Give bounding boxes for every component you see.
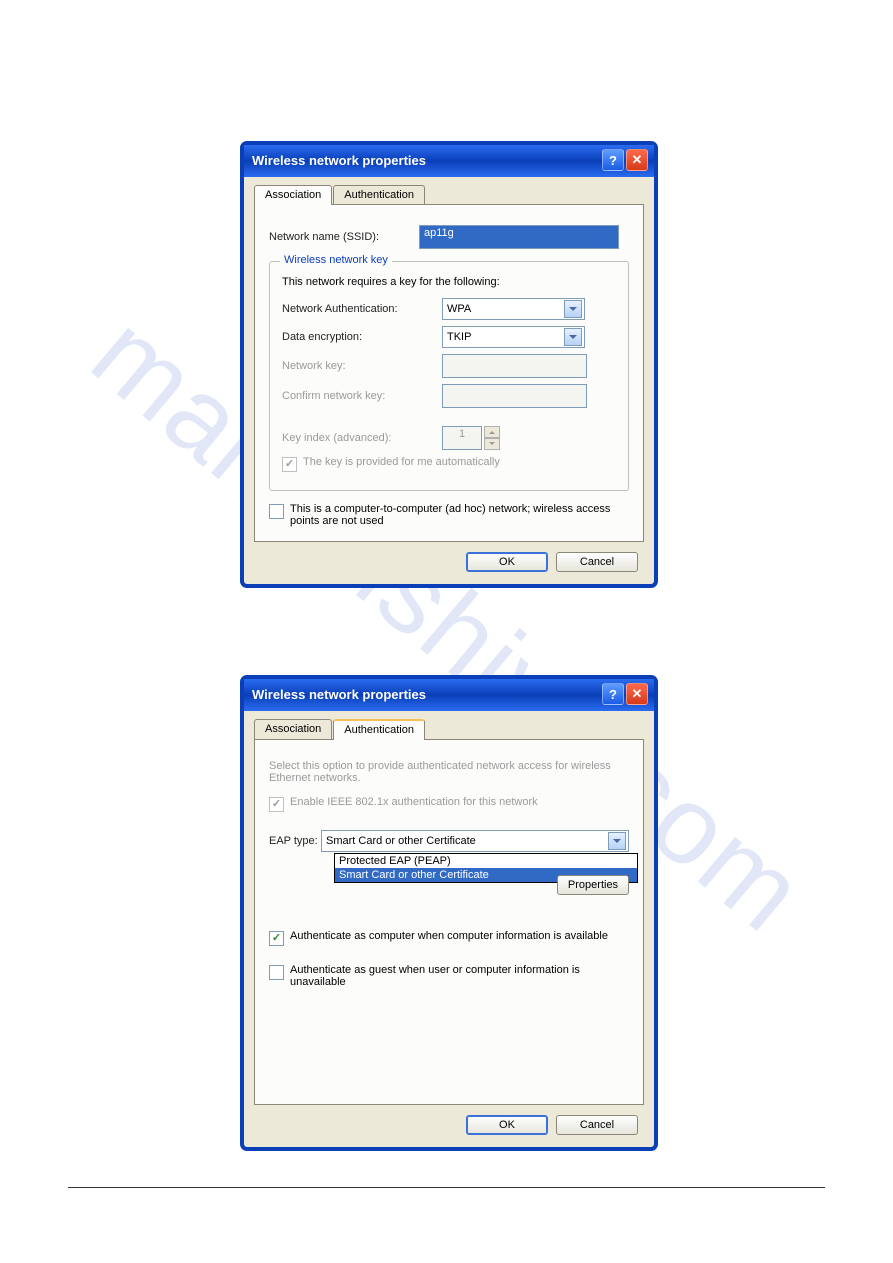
auto-key-label: The key is provided for me automatically — [303, 456, 500, 468]
confirm-key-label: Confirm network key: — [282, 390, 442, 402]
spinner-up-icon — [484, 426, 500, 438]
auth-intro: Select this option to provide authentica… — [269, 760, 629, 784]
tab-authentication[interactable]: Authentication — [333, 719, 425, 740]
network-name-label: Network name (SSID): — [269, 231, 419, 243]
help-button[interactable]: ? — [602, 149, 624, 171]
wireless-key-group: Wireless network key This network requir… — [269, 261, 629, 491]
auto-key-checkbox — [282, 457, 297, 472]
key-index-input: 1 — [442, 426, 482, 450]
data-encryption-combo[interactable]: TKIP — [442, 326, 585, 348]
cancel-button[interactable]: Cancel — [556, 1115, 638, 1135]
properties-button[interactable]: Properties — [557, 875, 629, 895]
tab-association[interactable]: Association — [254, 185, 332, 205]
tab-authentication[interactable]: Authentication — [333, 185, 425, 205]
confirm-key-input — [442, 384, 587, 408]
help-button[interactable]: ? — [602, 683, 624, 705]
ok-button[interactable]: OK — [466, 1115, 548, 1135]
titlebar[interactable]: Wireless network properties ? ✕ — [244, 679, 654, 711]
chevron-down-icon — [608, 832, 626, 850]
network-name-input[interactable]: ap11g — [419, 225, 619, 249]
chevron-down-icon — [564, 300, 582, 318]
adhoc-label: This is a computer-to-computer (ad hoc) … — [290, 503, 629, 527]
key-index-spinner — [484, 426, 500, 450]
tab-association[interactable]: Association — [254, 719, 332, 740]
network-key-label: Network key: — [282, 360, 442, 372]
network-key-input — [442, 354, 587, 378]
enable-8021x-label: Enable IEEE 802.1x authentication for th… — [290, 796, 538, 808]
close-button[interactable]: ✕ — [626, 149, 648, 171]
dialog-authentication: Wireless network properties ? ✕ Associat… — [241, 676, 657, 1150]
close-button[interactable]: ✕ — [626, 683, 648, 705]
adhoc-checkbox[interactable] — [269, 504, 284, 519]
tab-panel-authentication: Select this option to provide authentica… — [254, 739, 644, 1105]
titlebar[interactable]: Wireless network properties ? ✕ — [244, 145, 654, 177]
spinner-down-icon — [484, 438, 500, 450]
chevron-down-icon — [564, 328, 582, 346]
auth-as-computer-checkbox[interactable] — [269, 931, 284, 946]
group-legend: Wireless network key — [280, 254, 392, 266]
dialog-association: Wireless network properties ? ✕ Associat… — [241, 142, 657, 587]
dialog-title: Wireless network properties — [252, 687, 426, 702]
tab-panel-association: Network name (SSID): ap11g Wireless netw… — [254, 204, 644, 542]
eap-type-combo[interactable]: Smart Card or other Certificate — [321, 830, 629, 852]
eap-type-label: EAP type: — [269, 835, 321, 847]
group-intro: This network requires a key for the foll… — [282, 276, 616, 288]
auth-as-guest-checkbox[interactable] — [269, 965, 284, 980]
network-auth-value: WPA — [447, 303, 471, 315]
enable-8021x-checkbox — [269, 797, 284, 812]
auth-as-computer-label: Authenticate as computer when computer i… — [290, 930, 608, 942]
key-index-label: Key index (advanced): — [282, 432, 442, 444]
eap-option-peap[interactable]: Protected EAP (PEAP) — [335, 854, 637, 868]
cancel-button[interactable]: Cancel — [556, 552, 638, 572]
page-footer-divider — [68, 1187, 825, 1188]
auth-as-guest-label: Authenticate as guest when user or compu… — [290, 964, 629, 988]
dialog-title: Wireless network properties — [252, 153, 426, 168]
network-auth-combo[interactable]: WPA — [442, 298, 585, 320]
eap-type-value: Smart Card or other Certificate — [326, 835, 476, 847]
ok-button[interactable]: OK — [466, 552, 548, 572]
data-encryption-value: TKIP — [447, 331, 471, 343]
data-encryption-label: Data encryption: — [282, 331, 442, 343]
network-auth-label: Network Authentication: — [282, 303, 442, 315]
